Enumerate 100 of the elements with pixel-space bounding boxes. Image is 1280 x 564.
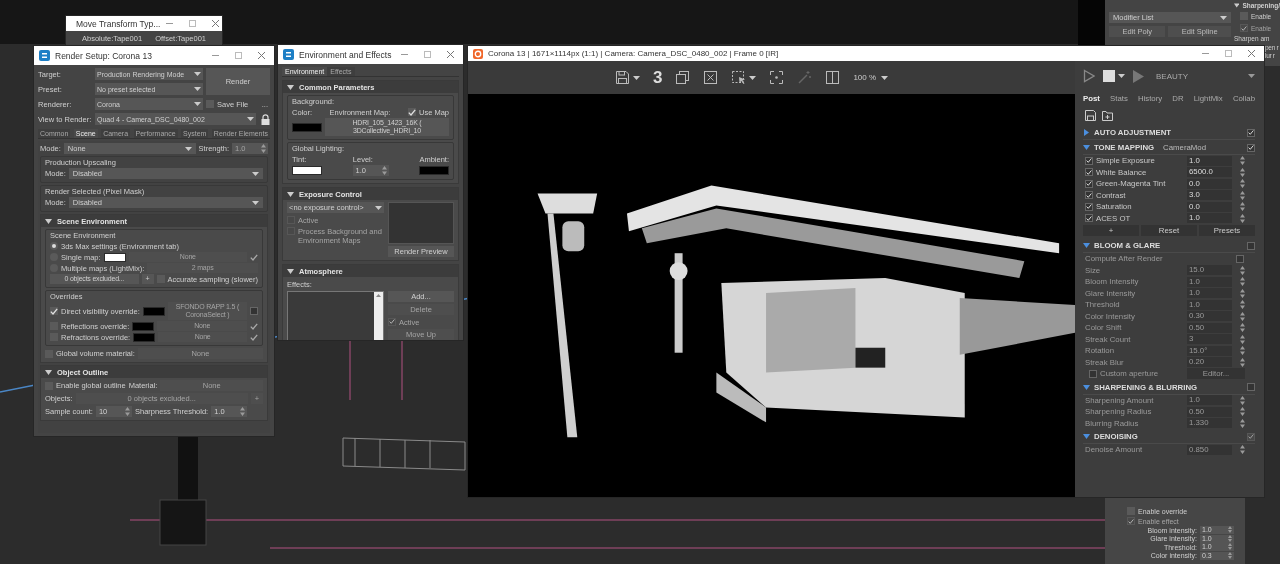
caret-icon[interactable] bbox=[1118, 74, 1125, 78]
spinner-arrows-icon[interactable] bbox=[1240, 288, 1245, 298]
checkbox[interactable] bbox=[1247, 383, 1255, 391]
check-icon bbox=[1128, 517, 1134, 525]
spinner-arrows-icon[interactable] bbox=[1240, 277, 1245, 287]
spinner-arrows-icon[interactable] bbox=[1240, 190, 1245, 200]
lock-icon[interactable] bbox=[261, 113, 270, 125]
save-icon[interactable] bbox=[1085, 110, 1096, 121]
close-icon[interactable] bbox=[211, 19, 221, 28]
checkbox[interactable] bbox=[1085, 179, 1093, 188]
checkbox[interactable] bbox=[1085, 156, 1093, 165]
color-swatch[interactable] bbox=[292, 122, 322, 132]
folder-icon[interactable] bbox=[1102, 110, 1113, 121]
checkbox[interactable] bbox=[1085, 191, 1093, 200]
app-icon bbox=[283, 49, 294, 60]
spinner-arrows-icon[interactable] bbox=[1228, 534, 1232, 542]
spinner-arrows-icon[interactable] bbox=[1240, 265, 1245, 275]
zoom-dropdown[interactable]: 100 % bbox=[853, 73, 889, 82]
check-icon bbox=[250, 253, 258, 261]
expand-triangle-icon[interactable] bbox=[1083, 242, 1090, 249]
spinner-arrows-icon[interactable] bbox=[1240, 213, 1245, 223]
spinner-arrows-icon[interactable] bbox=[1240, 300, 1245, 310]
expand-triangle-icon[interactable] bbox=[287, 83, 294, 91]
radio-button[interactable] bbox=[50, 242, 58, 250]
list-box[interactable] bbox=[287, 291, 384, 340]
spinner-arrows-icon[interactable] bbox=[381, 166, 387, 175]
map-toggle[interactable] bbox=[250, 253, 258, 261]
color-swatch[interactable] bbox=[419, 166, 449, 175]
spinner-arrows-icon[interactable] bbox=[1240, 311, 1245, 321]
wand-icon[interactable] bbox=[797, 70, 813, 85]
spinner-arrows-icon[interactable] bbox=[1240, 334, 1245, 344]
expand-triangle-icon[interactable] bbox=[1083, 144, 1090, 151]
map-toggle[interactable] bbox=[250, 322, 258, 330]
caret-icon[interactable] bbox=[184, 146, 192, 151]
app-icon bbox=[39, 50, 50, 61]
close-icon[interactable] bbox=[257, 51, 266, 60]
expand-triangle-icon[interactable] bbox=[1083, 383, 1090, 391]
spinner-arrows-icon[interactable] bbox=[1228, 543, 1232, 551]
spinner-arrows-icon[interactable] bbox=[124, 407, 130, 416]
caret-icon[interactable] bbox=[1220, 15, 1227, 20]
play-filled-icon[interactable] bbox=[1133, 69, 1144, 83]
checkbox[interactable] bbox=[1085, 168, 1093, 177]
caret-icon[interactable] bbox=[632, 75, 640, 80]
checkbox[interactable] bbox=[1085, 214, 1093, 223]
split-view-icon[interactable] bbox=[825, 70, 841, 85]
checkbox[interactable] bbox=[1247, 241, 1255, 250]
spinner-arrows-icon[interactable] bbox=[1240, 323, 1245, 333]
spinner-arrows-icon[interactable] bbox=[1228, 526, 1232, 534]
color-swatch[interactable] bbox=[132, 321, 155, 331]
expand-triangle-icon[interactable] bbox=[45, 368, 52, 376]
spinner-arrows-icon[interactable] bbox=[1240, 156, 1245, 166]
spinner-arrows-icon[interactable] bbox=[1240, 357, 1245, 367]
focus-icon[interactable] bbox=[769, 70, 785, 85]
spinner-arrows-icon[interactable] bbox=[1240, 395, 1245, 405]
caret-icon[interactable] bbox=[1248, 74, 1255, 78]
save-icon[interactable] bbox=[614, 70, 630, 85]
scroll-up-icon[interactable] bbox=[376, 294, 381, 297]
checkbox[interactable] bbox=[1089, 369, 1097, 378]
color-swatch[interactable] bbox=[142, 306, 165, 316]
region-select-icon[interactable] bbox=[731, 70, 747, 85]
scrollbar[interactable] bbox=[374, 292, 383, 340]
caret-icon[interactable] bbox=[252, 200, 259, 205]
caret-icon[interactable] bbox=[247, 117, 254, 121]
color-swatch[interactable] bbox=[103, 252, 126, 262]
caret-icon[interactable] bbox=[194, 72, 201, 76]
spinner-arrows-icon[interactable] bbox=[1228, 551, 1232, 559]
close-icon[interactable] bbox=[446, 50, 455, 59]
checkbox[interactable] bbox=[1247, 128, 1255, 137]
color-swatch[interactable] bbox=[292, 166, 322, 175]
caret-icon[interactable] bbox=[194, 87, 201, 91]
caret-icon[interactable] bbox=[194, 102, 201, 106]
map-toggle[interactable] bbox=[250, 333, 258, 341]
spinner-arrows-icon[interactable] bbox=[1240, 407, 1245, 417]
close-icon[interactable] bbox=[1247, 49, 1256, 58]
caret-icon[interactable] bbox=[375, 205, 382, 210]
spinner-arrows-icon[interactable] bbox=[1240, 202, 1245, 212]
checkbox[interactable] bbox=[1247, 143, 1255, 152]
spinner-arrows-icon[interactable] bbox=[1240, 418, 1245, 428]
spinner-arrows-icon[interactable] bbox=[1240, 179, 1245, 189]
clear-icon[interactable] bbox=[703, 70, 719, 85]
spinner-arrows-icon[interactable] bbox=[1240, 167, 1245, 177]
checkbox[interactable] bbox=[1085, 202, 1093, 211]
expand-triangle-icon[interactable] bbox=[287, 267, 294, 275]
spinner-arrows-icon[interactable] bbox=[240, 407, 246, 416]
copy-icon[interactable] bbox=[675, 70, 691, 85]
caret-icon[interactable] bbox=[749, 75, 757, 80]
play-icon[interactable] bbox=[1083, 69, 1095, 83]
channel-dropdown[interactable]: BEAUTY bbox=[1152, 71, 1255, 81]
history-count[interactable]: 3 bbox=[652, 67, 663, 88]
map-toggle[interactable] bbox=[250, 307, 258, 315]
checkbox[interactable] bbox=[1236, 254, 1244, 263]
spinner-arrows-icon[interactable] bbox=[1240, 346, 1245, 356]
color-swatch[interactable] bbox=[133, 332, 156, 342]
expand-triangle-icon[interactable] bbox=[45, 217, 52, 225]
expand-triangle-icon[interactable] bbox=[287, 190, 294, 198]
spinner-arrows-icon[interactable] bbox=[1240, 445, 1245, 455]
caret-icon[interactable] bbox=[252, 171, 259, 176]
expand-triangle-icon[interactable] bbox=[1234, 2, 1240, 9]
expand-triangle-icon[interactable] bbox=[1083, 129, 1090, 136]
caret-icon[interactable] bbox=[881, 75, 889, 80]
